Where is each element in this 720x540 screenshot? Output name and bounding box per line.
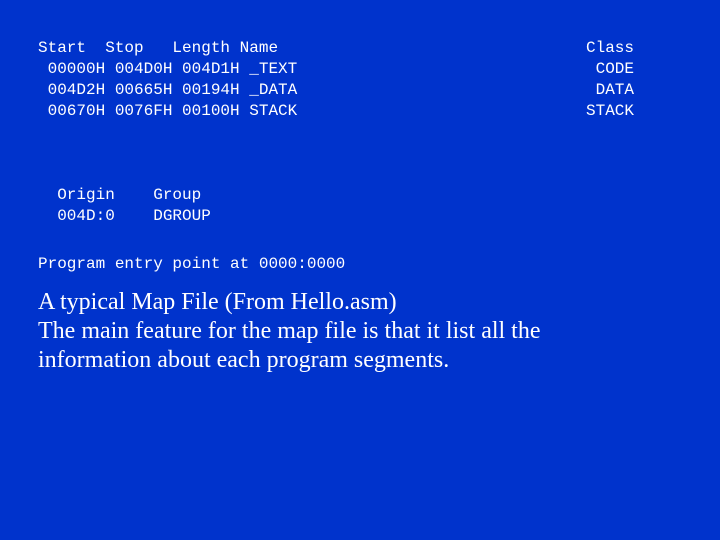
table-header-left-columns: Start Stop Length Name xyxy=(38,39,279,57)
table-row: 00000H 004D0H 004D1H _TEXT CODE xyxy=(38,59,688,80)
segment-row-fields: 00670H 0076FH 00100H STACK xyxy=(38,102,298,120)
table-row: 004D2H 00665H 00194H _DATA DATA xyxy=(38,80,688,101)
caption-block: A typical Map File (From Hello.asm) The … xyxy=(38,288,688,375)
program-entry-point-text: Program entry point at 0000:0000 xyxy=(38,255,346,273)
caption-line-body-1: The main feature for the map file is tha… xyxy=(38,318,541,344)
segment-row-fields: 00000H 004D0H 004D1H _TEXT xyxy=(38,60,298,78)
slide-canvas: Start Stop Length Name Class 00000H 004D… xyxy=(0,0,720,540)
origin-group-block: Origin Group 004D:0 DGROUP xyxy=(38,185,438,227)
origin-group-header: Origin Group xyxy=(38,186,202,204)
segment-row-fields: 004D2H 00665H 00194H _DATA xyxy=(38,81,298,99)
table-header-class-column: Class xyxy=(585,39,634,57)
caption-line-title: A typical Map File (From Hello.asm) xyxy=(38,289,397,315)
entry-point-block: Program entry point at 0000:0000 xyxy=(38,254,638,275)
table-header-row: Start Stop Length Name Class xyxy=(38,38,688,59)
table-row: 00670H 0076FH 00100H STACK STACK xyxy=(38,101,688,122)
segment-row-class: DATA xyxy=(595,81,634,99)
caption-line-body-2: information about each program segments. xyxy=(38,347,450,373)
segment-row-class: STACK xyxy=(585,102,634,120)
origin-group-values: 004D:0 DGROUP xyxy=(38,207,211,225)
map-file-listing: Start Stop Length Name Class 00000H 004D… xyxy=(38,38,688,122)
segment-row-class: CODE xyxy=(595,60,634,78)
